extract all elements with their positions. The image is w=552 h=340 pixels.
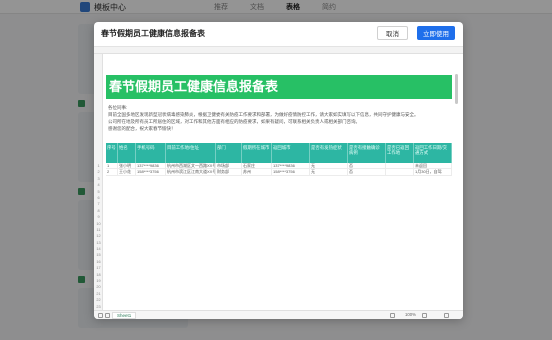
sheet-tab[interactable]: Sheet1 (112, 312, 137, 319)
view-icon[interactable] (390, 313, 395, 318)
column-header-bar (94, 47, 463, 54)
modal-title: 春节假期员工健康信息报备表 (101, 29, 205, 38)
table-cell[interactable]: 杭州市滨江区江南大道XX号 (166, 169, 216, 175)
table-cell[interactable] (386, 169, 414, 175)
cancel-button[interactable]: 取消 (377, 26, 408, 40)
modal-header: 春节假期员工健康信息报备表 取消 立即使用 (94, 22, 463, 44)
column-header: 假期所在城市 (242, 143, 272, 163)
table-cell[interactable]: 苏州 (242, 169, 272, 175)
table-cell[interactable]: 否 (348, 169, 386, 175)
note-line: 感谢您的配合，祝大家春节愉快！ (108, 126, 176, 131)
table-cell[interactable]: 否 (348, 163, 386, 169)
sheet-banner-title: 春节假期员工健康信息报备表 (106, 75, 452, 99)
vertical-scrollbar[interactable] (455, 74, 458, 104)
zoom-level[interactable]: 100% (405, 312, 416, 317)
table-cell[interactable]: 无 (310, 169, 348, 175)
table-cell[interactable]: 1 (106, 163, 118, 169)
table-cell[interactable]: 市场部 (216, 163, 242, 169)
row-numbers: 1 2 3 4 5 6 7 8 9 10 11 12 13 14 15 16 1… (94, 163, 103, 319)
table-cell[interactable]: 石家庄 (242, 163, 272, 169)
table-cell[interactable]: 无 (310, 163, 348, 169)
table-cell[interactable]: 王小花 (118, 169, 136, 175)
table-cell[interactable]: 137****9836 (272, 163, 310, 169)
zoom-out-icon[interactable] (422, 313, 427, 318)
column-header: 是否有接触确诊病例 (348, 143, 386, 163)
table-header-row: 序号 姓名 手机号码 目前工作地/住址 部门 假期所在城市 返回城市 是否有发热… (106, 143, 452, 163)
column-header: 手机号码 (136, 143, 166, 163)
column-header: 是否有发热症状 (310, 143, 348, 163)
note-line: 各位同事: (108, 105, 128, 110)
table-cell[interactable]: 2 (106, 169, 118, 175)
column-header: 返回工作日期/交通方式 (414, 143, 452, 163)
sheet-list-icon[interactable] (105, 313, 110, 318)
table-cell[interactable]: 杭州市西湖区文一西路XX号 (166, 163, 216, 169)
table-cell[interactable]: 张小明 (118, 163, 136, 169)
table-cell[interactable] (386, 163, 414, 169)
table-cell[interactable]: 1月30日，自驾 (414, 169, 452, 175)
template-preview-modal: 春节假期员工健康信息报备表 取消 立即使用 春节假期员工健康信息报备表 各位同事… (94, 22, 463, 319)
table-body: 1 张小明 137****9836 杭州市西湖区文一西路XX号 市场部 石家庄 … (106, 163, 452, 176)
add-sheet-icon[interactable] (98, 313, 103, 318)
column-header: 序号 (106, 143, 118, 163)
note-line: 公司所在地及所有员工所居住的区域，对工作和其他方面有相应的防疫要求，如果有疑问，… (108, 119, 360, 124)
table-row[interactable]: 2 王小花 158****3756 杭州市滨江区江南大道XX号 财务部 苏州 1… (106, 169, 452, 176)
column-header: 姓名 (118, 143, 136, 163)
table-cell[interactable]: 158****3756 (136, 169, 166, 175)
table-cell[interactable]: 137****9836 (136, 163, 166, 169)
column-header: 目前工作地/住址 (166, 143, 216, 163)
sheet-notes: 各位同事: 目前全国多地区发现新型冠状病毒感染肺炎，根据卫健委有关防疫工作要求和… (108, 104, 448, 132)
sheet-footer: Sheet1 100% (94, 310, 463, 319)
spreadsheet-preview[interactable]: 春节假期员工健康信息报备表 各位同事: 目前全国多地区发现新型冠状病毒感染肺炎，… (94, 46, 463, 319)
column-header: 部门 (216, 143, 242, 163)
table-cell[interactable]: 未返回 (414, 163, 452, 169)
table-cell[interactable]: 158****3756 (272, 169, 310, 175)
zoom-in-icon[interactable] (444, 313, 449, 318)
use-template-button[interactable]: 立即使用 (417, 26, 455, 40)
column-header: 是否已返回工作地 (386, 143, 414, 163)
column-header: 返回城市 (272, 143, 310, 163)
table-cell[interactable]: 财务部 (216, 169, 242, 175)
note-line: 目前全国多地区发现新型冠状病毒感染肺炎，根据卫健委有关防疫工作要求和部署，为做好… (108, 112, 419, 117)
